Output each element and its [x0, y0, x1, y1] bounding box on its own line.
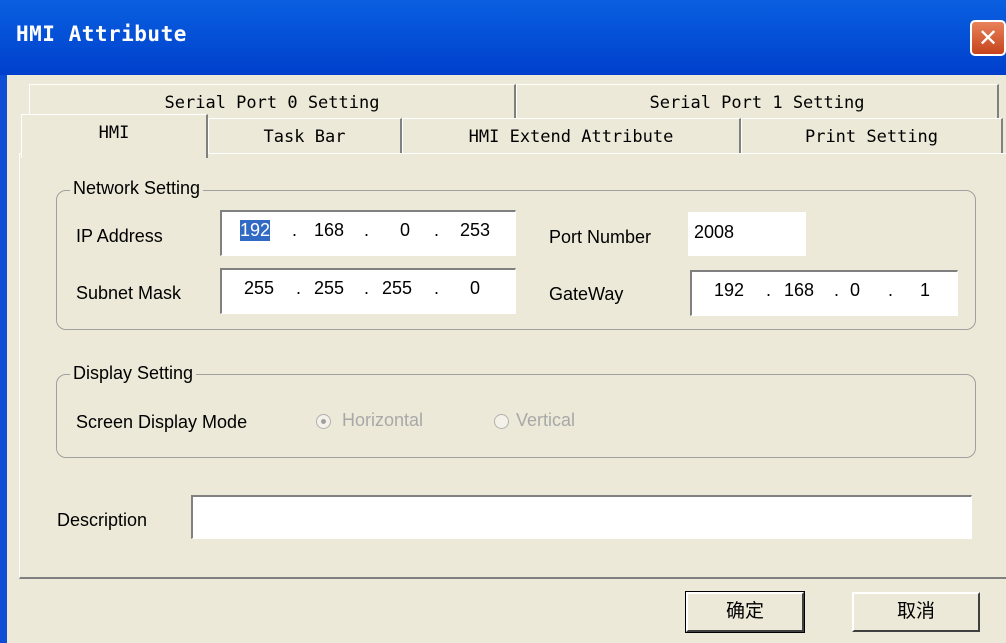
description-label: Description	[57, 510, 148, 530]
port-number-label: Port Number	[549, 227, 652, 247]
tab-serial-port-1[interactable]: Serial Port 1 Setting	[516, 84, 999, 120]
subnet-octet-3[interactable]: 255	[382, 278, 412, 299]
ip-address-label: IP Address	[76, 226, 163, 246]
ip-address-field[interactable]: 192 . 168 . 0 . 253	[220, 210, 516, 256]
vertical-label: Vertical	[516, 410, 576, 430]
subnet-octet-2[interactable]: 255	[314, 278, 344, 299]
ip-dot: .	[292, 220, 298, 240]
tab-hmi-extend-attribute[interactable]: HMI Extend Attribute	[402, 118, 741, 154]
ip-octet-2[interactable]: 168	[314, 220, 344, 241]
subnet-octet-4[interactable]: 0	[470, 278, 480, 299]
screen-display-mode-label: Screen Display Mode	[76, 412, 248, 432]
radio-horizontal[interactable]	[316, 414, 331, 429]
gateway-octet-1[interactable]: 192	[714, 280, 744, 301]
gateway-octet-2[interactable]: 168	[784, 280, 814, 301]
ip-dot: .	[434, 220, 440, 240]
tab-print-setting[interactable]: Print Setting	[741, 118, 1003, 154]
network-setting-legend: Network Setting	[70, 178, 204, 199]
subnet-mask-field[interactable]: 255 . 255 . 255 . 0	[220, 268, 516, 314]
cancel-button[interactable]: 取消	[852, 592, 980, 632]
subnet-dot: .	[434, 278, 440, 298]
gateway-dot: .	[766, 280, 772, 300]
subnet-dot: .	[364, 278, 370, 298]
radio-vertical[interactable]	[494, 414, 509, 429]
close-icon[interactable]: ✕	[970, 20, 1006, 56]
title-bar[interactable]: HMI Attribute ✕	[0, 0, 1006, 75]
subnet-octet-1[interactable]: 255	[244, 278, 274, 299]
gateway-field[interactable]: 192 . 168 . 0 . 1	[690, 270, 958, 316]
gateway-label: GateWay	[549, 284, 624, 304]
window-frame	[0, 75, 7, 643]
dialog-title: HMI Attribute	[16, 22, 187, 46]
tab-hmi[interactable]: HMI	[21, 114, 208, 158]
description-input[interactable]	[191, 495, 972, 539]
ip-octet-4[interactable]: 253	[460, 220, 490, 241]
hmi-attribute-dialog: HMI Attribute ✕ Serial Port 0 Setting Se…	[0, 0, 1006, 643]
gateway-dot: .	[834, 280, 840, 300]
subnet-mask-label: Subnet Mask	[76, 283, 182, 303]
horizontal-label: Horizontal	[342, 410, 424, 430]
gateway-octet-3[interactable]: 0	[850, 280, 860, 301]
ip-octet-1[interactable]: 192	[240, 220, 271, 241]
tab-task-bar[interactable]: Task Bar	[208, 118, 402, 154]
ip-dot: .	[364, 220, 370, 240]
gateway-dot: .	[888, 280, 894, 300]
port-number-value: 2008	[694, 222, 735, 242]
port-number-field[interactable]: 2008	[688, 212, 806, 256]
subnet-dot: .	[296, 278, 302, 298]
gateway-octet-4[interactable]: 1	[920, 280, 930, 301]
display-setting-legend: Display Setting	[70, 363, 197, 384]
ip-octet-3[interactable]: 0	[400, 220, 410, 241]
ok-button[interactable]: 确定	[685, 591, 805, 633]
